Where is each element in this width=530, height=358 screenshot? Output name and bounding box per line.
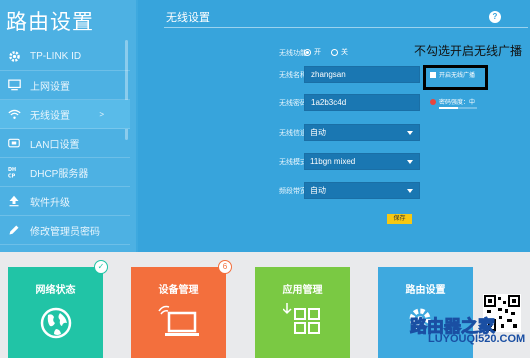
wifi-icon xyxy=(6,106,22,122)
tile-network-status[interactable]: 网络状态 ✓ xyxy=(8,260,108,358)
warning-icon xyxy=(430,98,436,105)
chevron-right-icon: > xyxy=(99,109,104,119)
channel-value: 自动 xyxy=(310,128,326,137)
strength-fill xyxy=(439,107,458,109)
tile-label: 应用管理 xyxy=(282,285,323,296)
strength-bar xyxy=(439,107,477,109)
password-strength: 密码强度：中 xyxy=(430,97,477,109)
check-icon: ✓ xyxy=(94,260,108,274)
bandwidth-row: 频段带宽 自动 xyxy=(138,182,530,200)
gear-icon xyxy=(6,48,22,64)
sidebar-item-label: LAN口设置 xyxy=(30,139,80,151)
dhcp-icon: DH CP xyxy=(6,164,22,180)
radio-off[interactable] xyxy=(331,48,338,56)
strength-label: 密码强度：中 xyxy=(439,100,476,106)
help-icon[interactable]: ? xyxy=(489,11,501,23)
sidebar-item-wireless[interactable]: 无线设置 > xyxy=(0,100,130,129)
save-button[interactable]: 保存 xyxy=(387,214,412,224)
password-label: 无线密码 xyxy=(279,100,307,107)
sidebar-item-label: 上网设置 xyxy=(30,81,70,93)
tile-app-management[interactable]: 应用管理 xyxy=(255,267,350,358)
sidebar-item-admin-password[interactable]: 修改管理员密码 xyxy=(0,216,130,245)
svg-text:DH: DH xyxy=(8,167,16,173)
divider xyxy=(164,27,528,28)
sidebar-item-dhcp[interactable]: DH CP DHCP服务器 xyxy=(0,158,130,187)
chevron-down-icon xyxy=(407,189,413,193)
channel-label: 无线信道 xyxy=(279,130,307,137)
page-title: 无线设置 xyxy=(166,12,210,24)
lan-icon xyxy=(6,135,22,151)
app-title: 路由设置 xyxy=(6,11,94,34)
tile-label: 设备管理 xyxy=(158,285,199,296)
radio-on[interactable] xyxy=(304,48,311,56)
mode-row: 无线模式 11bgn mixed xyxy=(138,153,530,171)
monitor-icon xyxy=(6,77,22,93)
upload-icon xyxy=(6,193,22,209)
sidebar-item-upgrade[interactable]: 软件升级 xyxy=(0,187,130,216)
sidebar-item-label: 无线设置 xyxy=(30,110,70,122)
mode-value: 11bgn mixed xyxy=(310,157,356,166)
radio-on-label: 开 xyxy=(314,49,321,56)
ssid-input[interactable]: zhangsan xyxy=(304,66,420,83)
annotation-text: 不勾选开启无线广播 xyxy=(414,44,523,58)
tile-label: 网络状态 xyxy=(35,285,76,296)
sidebar-nav: TP-LINK ID 上网设置 无线设置 > LAN口设置 DHCP DHCP xyxy=(0,42,130,245)
svg-text:CP: CP xyxy=(8,174,16,179)
wireless-function-radios: 开 关 xyxy=(304,47,358,57)
bandwidth-value: 自动 xyxy=(310,186,326,195)
tile-device-management[interactable]: 设备管理 6 xyxy=(131,260,232,358)
mode-label: 无线模式 xyxy=(279,159,307,166)
sidebar-item-label: TP-LINK ID xyxy=(30,50,82,62)
chevron-down-icon xyxy=(407,160,413,164)
password-row: 无线密码 1a2b3c4d 密码强度：中 xyxy=(138,94,530,112)
wireless-function-label: 无线功能 xyxy=(279,50,307,57)
bandwidth-select[interactable]: 自动 xyxy=(304,182,420,199)
radio-off-label: 关 xyxy=(341,49,348,56)
bandwidth-label: 频段带宽 xyxy=(279,188,307,195)
annotation-box xyxy=(423,65,488,90)
sidebar-item-tplink-id[interactable]: TP-LINK ID xyxy=(0,42,130,71)
sidebar-item-label: 修改管理员密码 xyxy=(30,226,100,238)
password-input[interactable]: 1a2b3c4d xyxy=(304,94,420,111)
pencil-icon xyxy=(6,222,22,238)
globe-icon xyxy=(40,307,71,339)
device-count-badge: 6 xyxy=(218,260,232,274)
apps-icon xyxy=(282,303,320,334)
channel-row: 无线信道 自动 xyxy=(138,124,530,142)
tile-label: 路由设置 xyxy=(405,285,446,296)
sidebar-item-label: DHCP服务器 xyxy=(30,168,89,180)
chevron-down-icon xyxy=(407,131,413,135)
channel-select[interactable]: 自动 xyxy=(304,124,420,141)
main-panel: 无线设置 ? 无线功能 开 关 无线名称 zhangsan 开启无线广播 无线密… xyxy=(138,0,530,252)
sidebar-item-lan[interactable]: LAN口设置 xyxy=(0,129,130,158)
ssid-label: 无线名称 xyxy=(279,72,307,79)
laptop-icon xyxy=(157,305,199,336)
sidebar: 路由设置 TP-LINK ID 上网设置 无线设置 > LAN口设置 DH CP… xyxy=(0,0,136,252)
sidebar-item-internet[interactable]: 上网设置 xyxy=(0,71,130,100)
mode-select[interactable]: 11bgn mixed xyxy=(304,153,420,170)
watermark-url: LUYOUQI520.COM xyxy=(428,333,526,345)
sidebar-item-label: 软件升级 xyxy=(30,197,70,209)
